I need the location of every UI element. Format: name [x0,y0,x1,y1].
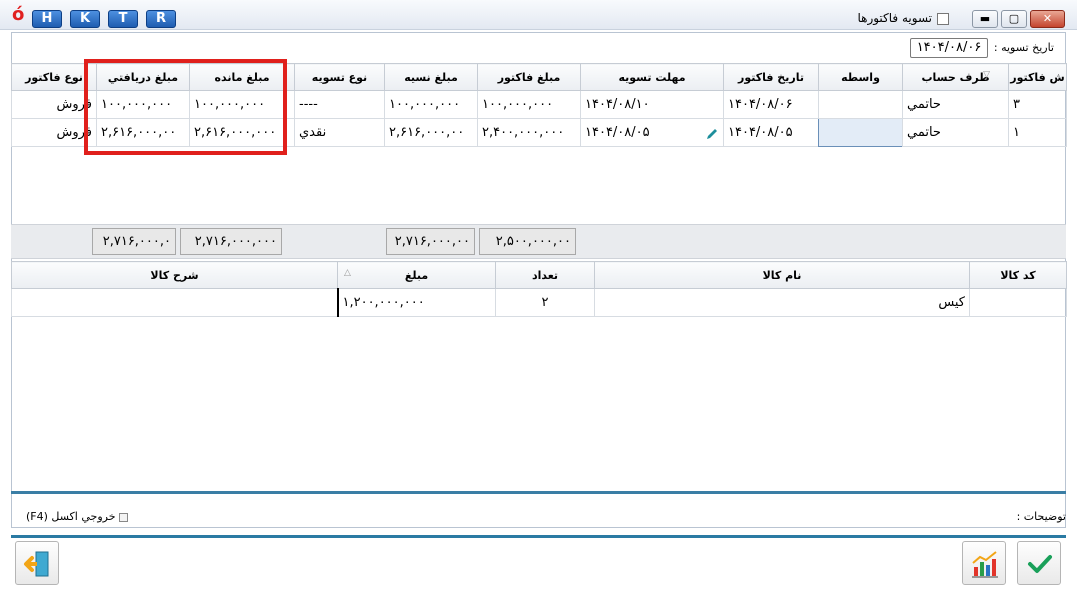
cell-credit-amount[interactable]: ۲,۶۱۶,۰۰۰,۰۰ [384,118,478,147]
notes-label: توضيحات : [1016,510,1066,523]
shortcut-t-button[interactable]: T [108,10,138,28]
total-remaining-amount: ۲,۷۱۶,۰۰۰,۰۰۰ [180,228,282,255]
items-grid-header: كد كالا نام كالا تعداد مبلغ △ شرح كالا [11,261,1067,289]
chart-icon [972,551,998,578]
cell-invoice-amount[interactable]: ۱۰۰,۰۰۰,۰۰۰ [477,90,581,119]
exit-button[interactable] [15,541,59,585]
excel-export-checkbox[interactable] [118,512,128,522]
col-item-description[interactable]: شرح كالا [11,261,338,289]
cell-item-code[interactable] [969,288,1067,317]
cell-broker[interactable] [818,90,903,119]
cell-account-party[interactable]: حاتمي [902,90,1009,119]
highlight-box [84,59,287,155]
close-button[interactable]: ✕ [1030,10,1065,28]
cell-settlement-deadline[interactable]: ۱۴۰۴/۰۸/۱۰ [580,90,724,119]
cell-invoice-no[interactable]: ۳ [1008,90,1067,119]
col-quantity[interactable]: تعداد [495,261,595,289]
maximize-button[interactable]: ▢ [1001,10,1027,28]
pencil-icon[interactable] [705,127,719,141]
app-logo: ó [12,4,25,25]
cell-invoice-date[interactable]: ۱۴۰۴/۰۸/۰۶ [723,90,819,119]
col-account-party-label: طرف حساب [921,70,990,84]
confirm-button[interactable] [1017,541,1061,585]
excel-export-label: خروجي اكسل (F4) [26,510,116,523]
col-invoice-no[interactable]: ش فاكتور [1008,63,1067,91]
cell-item-name[interactable]: كيس [594,288,970,317]
cell-settlement-type[interactable]: نقدي [294,118,385,147]
shortcut-r-button[interactable]: R [146,10,176,28]
shortcut-k-button[interactable]: K [70,10,100,28]
exit-door-icon [24,551,49,577]
cell-item-description[interactable] [11,288,339,317]
col-invoice-date[interactable]: تاريخ فاكتور [723,63,819,91]
report-button[interactable] [962,541,1006,585]
total-received-amount: ۲,۷۱۶,۰۰۰,۰ [92,228,176,255]
settlement-date-label: تاريخ تسويه : [993,41,1054,54]
col-amount[interactable]: مبلغ △ [337,261,496,289]
cell-settlement-type[interactable]: ---- [294,90,385,119]
col-amount-label: مبلغ [404,268,429,282]
divider [11,491,1066,494]
items-grid: كد كالا نام كالا تعداد مبلغ △ شرح كالا كي… [11,261,1067,317]
filter-icon[interactable]: ▽ [983,70,990,80]
divider [11,535,1066,538]
cell-quantity[interactable]: ۲ [495,288,595,317]
col-item-name[interactable]: نام كالا [594,261,970,289]
cell-settlement-deadline-value: ۱۴۰۴/۰۸/۰۵ [585,124,650,140]
cell-invoice-amount[interactable]: ۲,۴۰۰,۰۰۰,۰۰۰ [477,118,581,147]
total-credit-amount: ۲,۷۱۶,۰۰۰,۰۰ [386,228,475,255]
cell-invoice-date[interactable]: ۱۴۰۴/۰۸/۰۵ [723,118,819,147]
cell-broker[interactable] [818,118,903,147]
cell-amount[interactable]: ۱,۲۰۰,۰۰۰,۰۰۰ [337,288,496,317]
col-account-party[interactable]: طرف حساب ▽ [902,63,1009,91]
sort-asc-icon[interactable]: △ [344,268,351,278]
cell-settlement-deadline[interactable]: ۱۴۰۴/۰۸/۰۵ [580,118,724,147]
cell-invoice-no[interactable]: ۱ [1008,118,1067,147]
shortcut-h-button[interactable]: H [32,10,62,28]
window-icon [937,13,949,25]
cell-credit-amount[interactable]: ۱۰۰,۰۰۰,۰۰۰ [384,90,478,119]
excel-export-option[interactable]: خروجي اكسل (F4) [26,510,128,523]
col-settlement-type[interactable]: نوع تسويه [294,63,385,91]
table-row[interactable]: كيس ۲ ۱,۲۰۰,۰۰۰,۰۰۰ [11,288,1067,317]
col-credit-amount[interactable]: مبلغ نسيه [384,63,478,91]
checkmark-icon [1028,555,1052,573]
cell-account-party[interactable]: حاتمي [902,118,1009,147]
window-title: تسويه فاكتورها [857,11,932,25]
col-item-code[interactable]: كد كالا [969,261,1067,289]
col-settlement-deadline[interactable]: مهلت تسويه [580,63,724,91]
settlement-date-input[interactable]: ۱۴۰۴/۰۸/۰۶ [910,38,988,58]
col-broker[interactable]: واسطه [818,63,903,91]
col-invoice-amount[interactable]: مبلغ فاكتور [477,63,581,91]
total-invoice-amount: ۲,۵۰۰,۰۰۰,۰۰ [479,228,576,255]
minimize-button[interactable]: ▬ [972,10,998,28]
